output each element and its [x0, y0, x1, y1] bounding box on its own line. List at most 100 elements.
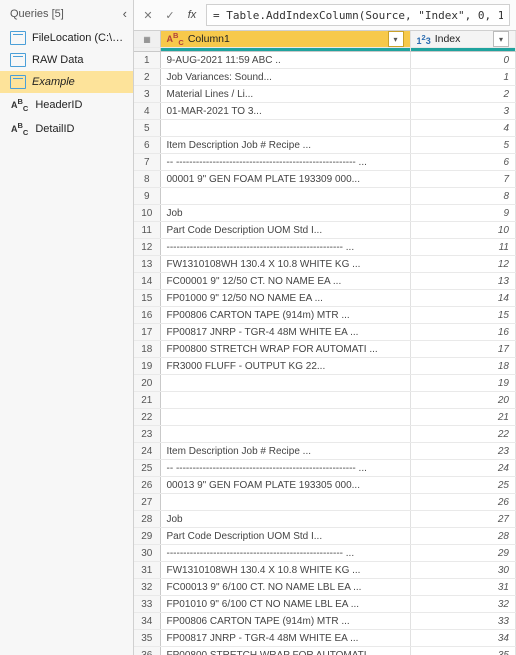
cell-column1[interactable]: 00013 9" GEN FOAM PLATE 193305 000...: [160, 477, 410, 494]
table-row[interactable]: 36 FP00800 STRETCH WRAP FOR AUTOMATI ...…: [134, 647, 516, 655]
cell-index[interactable]: 29: [410, 545, 516, 562]
cell-column1[interactable]: FR3000 FLUFF - OUTPUT KG 22...: [160, 358, 410, 375]
table-row[interactable]: 34 FP00806 CARTON TAPE (914m) MTR ...33: [134, 613, 516, 630]
column-filter-icon[interactable]: ▾: [388, 31, 404, 47]
cell-column1[interactable]: Job: [160, 511, 410, 528]
cell-index[interactable]: 25: [410, 477, 516, 494]
cell-index[interactable]: 7: [410, 171, 516, 188]
row-number[interactable]: 25: [134, 460, 160, 477]
cell-column1[interactable]: FP00800 STRETCH WRAP FOR AUTOMATI ...: [160, 647, 410, 655]
cell-column1[interactable]: FC00001 9" 12/50 CT. NO NAME EA ...: [160, 273, 410, 290]
cell-column1[interactable]: Job: [160, 205, 410, 222]
column-header-index[interactable]: 123 Index ▾: [410, 31, 516, 48]
cell-index[interactable]: 18: [410, 358, 516, 375]
cell-column1[interactable]: 9-AUG-2021 11:59 ABC ..: [160, 52, 410, 69]
row-number[interactable]: 21: [134, 392, 160, 409]
cell-column1[interactable]: Part Code Description UOM Std I...: [160, 528, 410, 545]
cell-index[interactable]: 30: [410, 562, 516, 579]
query-item-example[interactable]: Example: [0, 71, 133, 93]
table-row[interactable]: 16 FP00806 CARTON TAPE (914m) MTR ...15: [134, 307, 516, 324]
row-number[interactable]: 30: [134, 545, 160, 562]
cell-column1[interactable]: [160, 120, 410, 137]
cell-column1[interactable]: FP01000 9" 12/50 NO NAME EA ...: [160, 290, 410, 307]
table-row[interactable]: 4 01-MAR-2021 TO 3...3: [134, 103, 516, 120]
row-number[interactable]: 34: [134, 613, 160, 630]
table-row[interactable]: 33 FP01010 9" 6/100 CT NO NAME LBL EA ..…: [134, 596, 516, 613]
queries-collapse-icon[interactable]: ‹: [123, 6, 127, 21]
cell-index[interactable]: 31: [410, 579, 516, 596]
cell-index[interactable]: 16: [410, 324, 516, 341]
fx-icon[interactable]: fx: [184, 7, 200, 23]
cell-column1[interactable]: FP00800 STRETCH WRAP FOR AUTOMATI ...: [160, 341, 410, 358]
formula-commit-icon[interactable]: ✓: [162, 7, 178, 23]
cell-column1[interactable]: FC00013 9" 6/100 CT. NO NAME LBL EA ...: [160, 579, 410, 596]
table-row[interactable]: 98: [134, 188, 516, 205]
cell-index[interactable]: 10: [410, 222, 516, 239]
query-item-rawdata[interactable]: RAW Data: [0, 49, 133, 71]
row-number[interactable]: 16: [134, 307, 160, 324]
cell-index[interactable]: 3: [410, 103, 516, 120]
cell-index[interactable]: 0: [410, 52, 516, 69]
cell-index[interactable]: 15: [410, 307, 516, 324]
cell-column1[interactable]: -- -------------------------------------…: [160, 154, 410, 171]
table-row[interactable]: 7-- ------------------------------------…: [134, 154, 516, 171]
cell-column1[interactable]: [160, 375, 410, 392]
cell-column1[interactable]: [160, 392, 410, 409]
cell-column1[interactable]: [160, 188, 410, 205]
table-row[interactable]: 2 Job Variances: Sound...1: [134, 69, 516, 86]
table-row[interactable]: 24Item Description Job # Recipe ...23: [134, 443, 516, 460]
table-row[interactable]: 17 FP00817 JNRP - TGR-4 48M WHITE EA ...…: [134, 324, 516, 341]
row-number[interactable]: 22: [134, 409, 160, 426]
cell-index[interactable]: 27: [410, 511, 516, 528]
table-row[interactable]: 6Item Description Job # Recipe ...5: [134, 137, 516, 154]
table-row[interactable]: 15 FP01000 9" 12/50 NO NAME EA ...14: [134, 290, 516, 307]
row-gutter-header[interactable]: ▦: [134, 31, 160, 48]
cell-index[interactable]: 4: [410, 120, 516, 137]
formula-input[interactable]: [206, 4, 510, 26]
row-number[interactable]: 28: [134, 511, 160, 528]
cell-column1[interactable]: FP00817 JNRP - TGR-4 48M WHITE EA ...: [160, 324, 410, 341]
table-row[interactable]: 11 Part Code Description UOM Std I...10: [134, 222, 516, 239]
column-header-column1[interactable]: ABC Column1 ▾: [160, 31, 410, 48]
cell-index[interactable]: 17: [410, 341, 516, 358]
row-number[interactable]: 33: [134, 596, 160, 613]
cell-index[interactable]: 20: [410, 392, 516, 409]
cell-column1[interactable]: Item Description Job # Recipe ...: [160, 137, 410, 154]
table-row[interactable]: 18 FP00800 STRETCH WRAP FOR AUTOMATI ...…: [134, 341, 516, 358]
row-number[interactable]: 13: [134, 256, 160, 273]
cell-column1[interactable]: [160, 494, 410, 511]
query-item-headerid[interactable]: ABC HeaderID: [0, 93, 133, 117]
table-row[interactable]: 21 20: [134, 392, 516, 409]
row-number[interactable]: 11: [134, 222, 160, 239]
column-filter-icon[interactable]: ▾: [493, 31, 509, 47]
cell-column1[interactable]: FP00817 JNRP - TGR-4 48M WHITE EA ...: [160, 630, 410, 647]
row-number[interactable]: 19: [134, 358, 160, 375]
table-row[interactable]: 10 Job9: [134, 205, 516, 222]
table-row[interactable]: 29 Part Code Description UOM Std I...28: [134, 528, 516, 545]
table-row[interactable]: 25-- -----------------------------------…: [134, 460, 516, 477]
table-row[interactable]: 800001 9" GEN FOAM PLATE 193309 000...7: [134, 171, 516, 188]
cell-column1[interactable]: -- -------------------------------------…: [160, 460, 410, 477]
table-row[interactable]: 2600013 9" GEN FOAM PLATE 193305 000...2…: [134, 477, 516, 494]
row-number[interactable]: 9: [134, 188, 160, 205]
row-number[interactable]: 4: [134, 103, 160, 120]
row-number[interactable]: 29: [134, 528, 160, 545]
table-row[interactable]: 3 Material Lines / Li...2: [134, 86, 516, 103]
row-number[interactable]: 20: [134, 375, 160, 392]
cell-index[interactable]: 1: [410, 69, 516, 86]
cell-column1[interactable]: [160, 409, 410, 426]
row-number[interactable]: 17: [134, 324, 160, 341]
row-number[interactable]: 5: [134, 120, 160, 137]
cell-index[interactable]: 33: [410, 613, 516, 630]
table-row[interactable]: 28 Job27: [134, 511, 516, 528]
cell-index[interactable]: 6: [410, 154, 516, 171]
table-row[interactable]: 13 FW1310108WH 130.4 X 10.8 WHITE KG ...…: [134, 256, 516, 273]
cell-column1[interactable]: Part Code Description UOM Std I...: [160, 222, 410, 239]
row-number[interactable]: 1: [134, 52, 160, 69]
cell-column1[interactable]: FP00806 CARTON TAPE (914m) MTR ...: [160, 613, 410, 630]
table-row[interactable]: 2726: [134, 494, 516, 511]
cell-column1[interactable]: FW1310108WH 130.4 X 10.8 WHITE KG ...: [160, 256, 410, 273]
query-item-detailid[interactable]: ABC DetailID: [0, 117, 133, 141]
table-row[interactable]: 31 FW1310108WH 130.4 X 10.8 WHITE KG ...…: [134, 562, 516, 579]
cell-index[interactable]: 19: [410, 375, 516, 392]
